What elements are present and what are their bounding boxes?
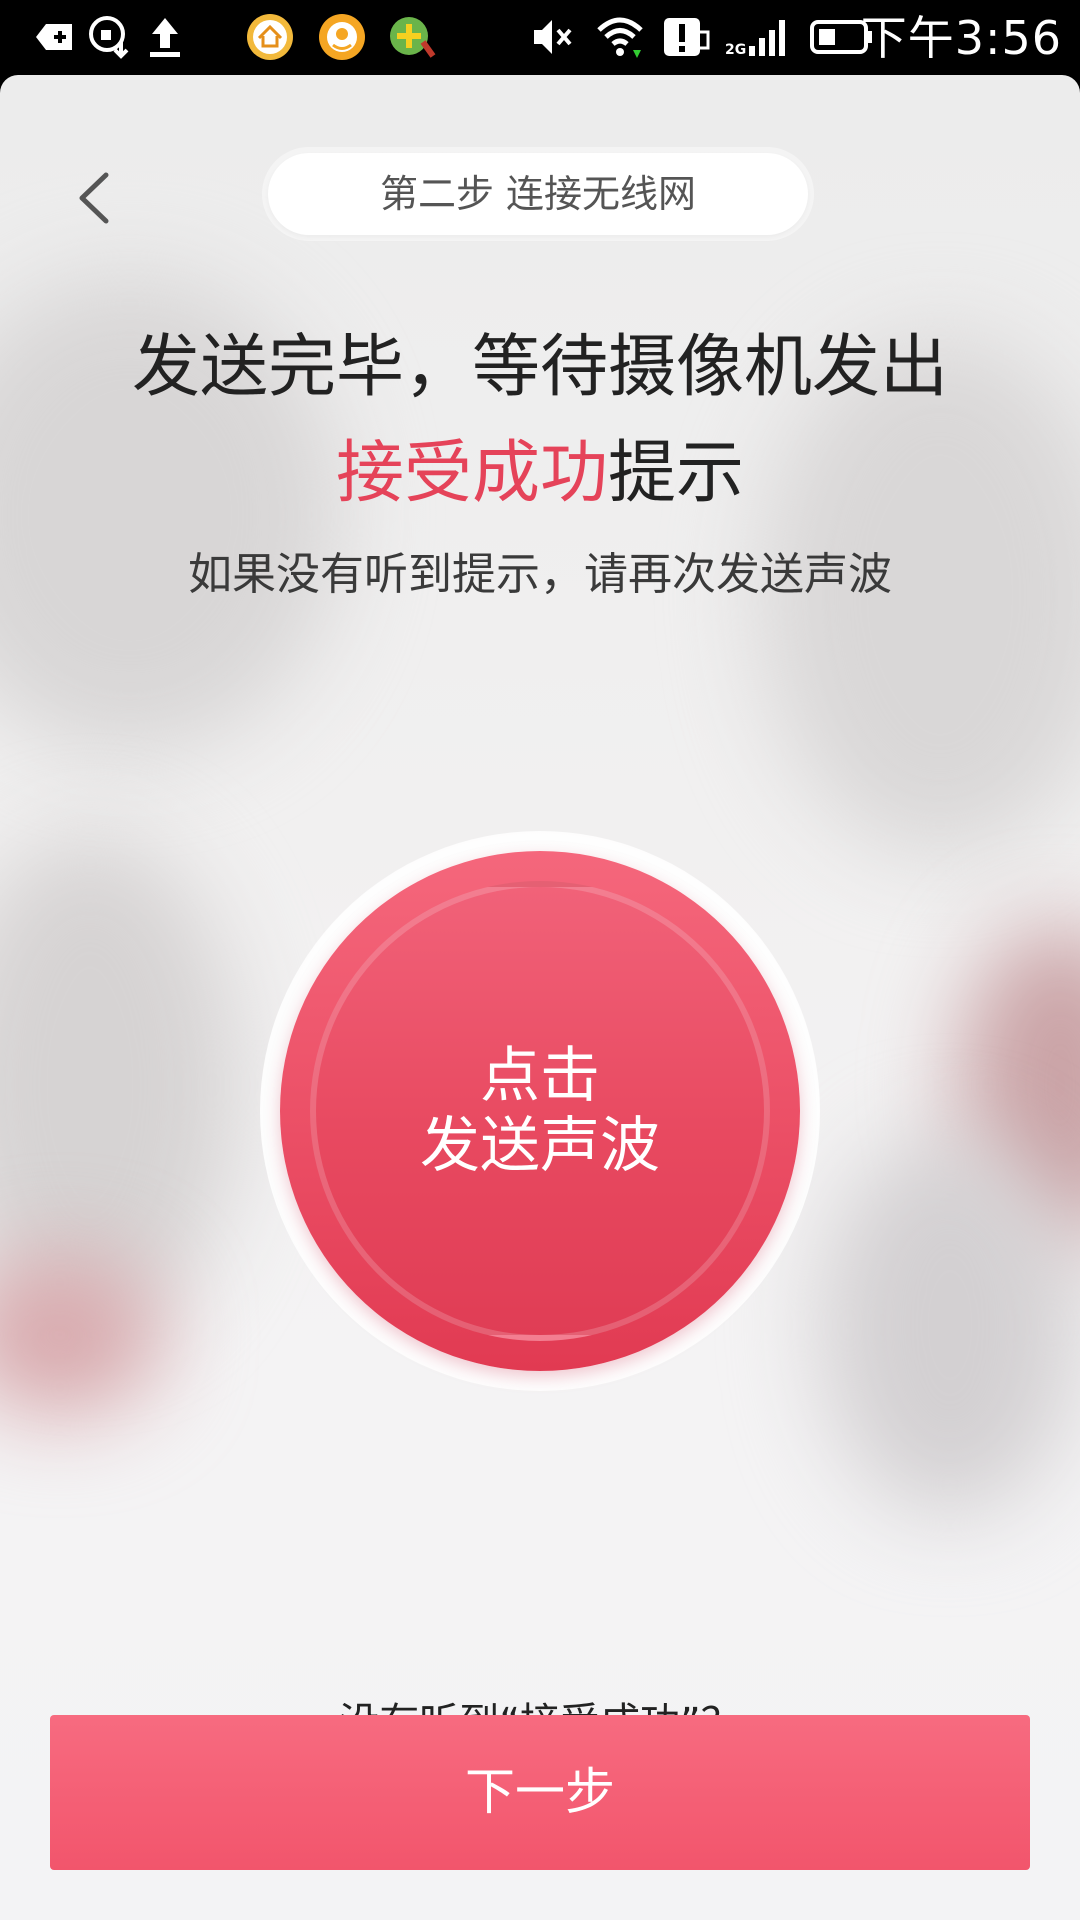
next-step-button[interactable]: 下一步 [50, 1715, 1030, 1870]
wifi-icon [597, 17, 643, 58]
phone-download-icon [89, 16, 129, 59]
page-headline: 发送完毕，等待摄像机发出 接受成功提示 [0, 315, 1080, 527]
step-title: 第二步 连接无线网 [268, 153, 808, 235]
plus-app-icon [390, 17, 436, 58]
chevron-left-icon [79, 172, 109, 224]
send-button-label-line1: 点击 [480, 1041, 600, 1111]
back-button[interactable] [60, 163, 130, 233]
send-button-label-line2: 发送声波 [420, 1111, 660, 1181]
headline-line2: 接受成功提示 [0, 421, 1080, 527]
alert-icon [664, 18, 710, 56]
status-time: 下午3:56 [860, 11, 1062, 65]
home-app-icon [247, 14, 293, 60]
headline-line1: 发送完毕，等待摄像机发出 [131, 328, 948, 407]
headline-suffix: 提示 [608, 434, 745, 513]
upload-icon [150, 18, 180, 57]
status-bar: 2G 下午3:56 [0, 0, 1080, 75]
add-icon [36, 24, 72, 50]
network-type-label: 2G [725, 42, 747, 58]
app-screen: 第二步 连接无线网 发送完毕，等待摄像机发出 接受成功提示 如果没有听到提示，请… [0, 75, 1080, 1920]
signal-icon [749, 20, 785, 56]
send-button-label: 点击 发送声波 [280, 851, 800, 1371]
headline-accent: 接受成功 [335, 434, 608, 513]
mute-icon [534, 20, 572, 54]
send-soundwave-button[interactable]: 点击 发送声波 [280, 851, 800, 1371]
background-blur [820, 1135, 1080, 1515]
flower-app-icon [319, 14, 365, 60]
page-subtitle: 如果没有听到提示，请再次发送声波 [188, 549, 892, 600]
